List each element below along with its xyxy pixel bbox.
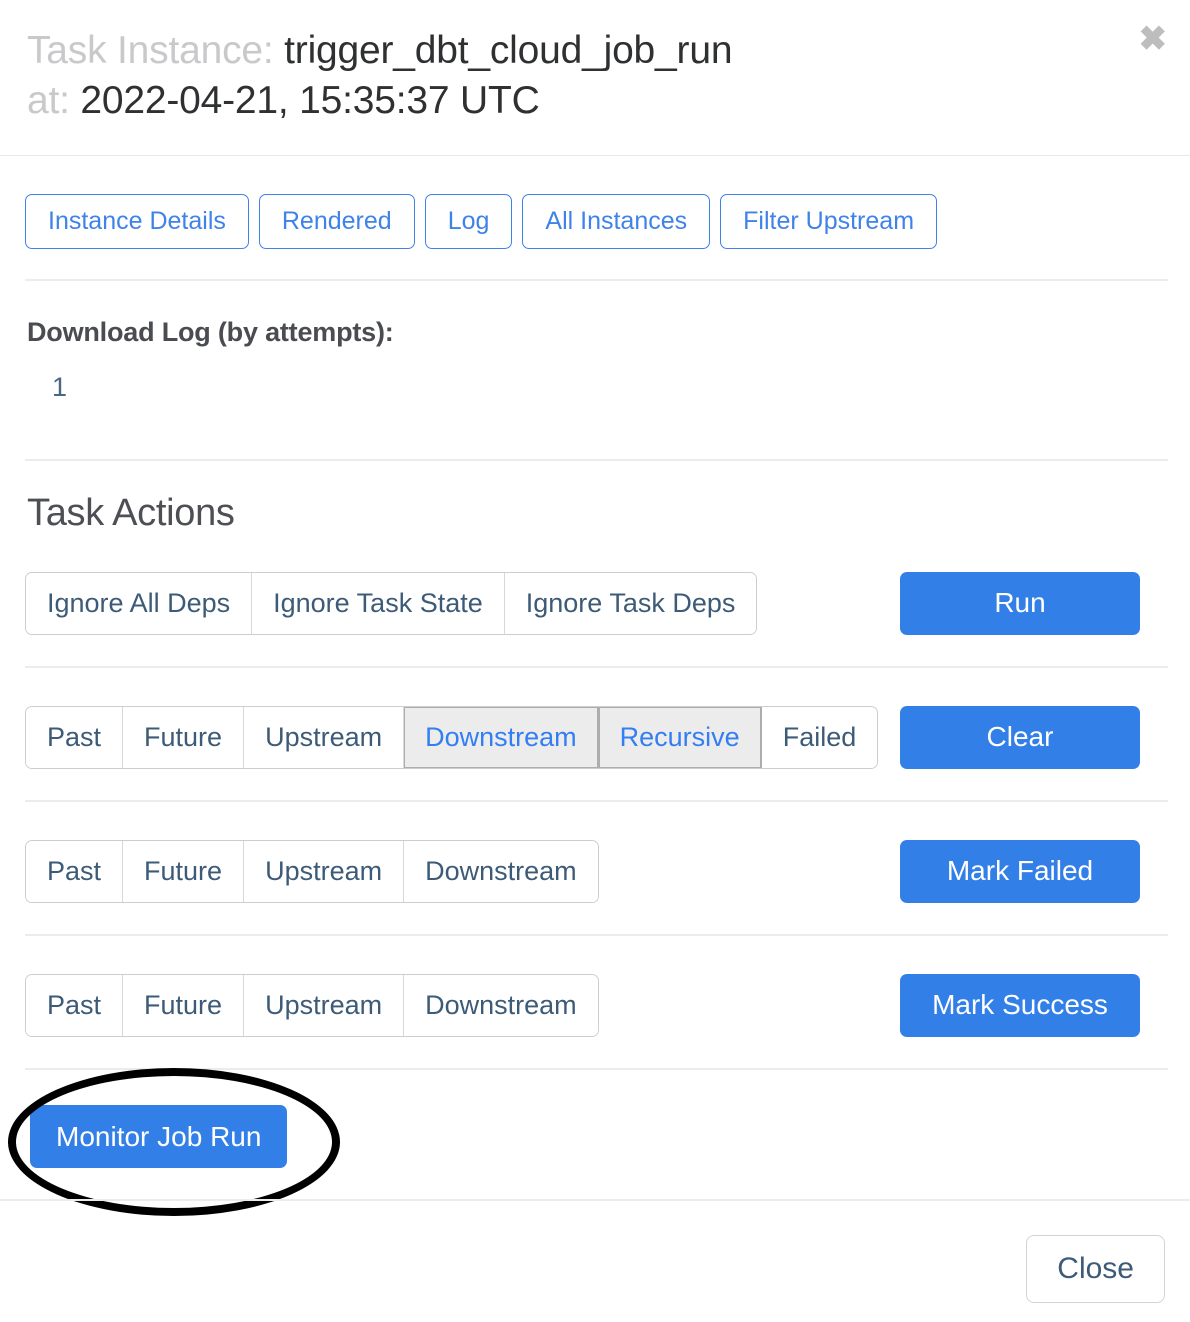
- task-action-row-mark-failed: Past Future Upstream Downstream Mark Fai…: [25, 838, 1165, 904]
- option-clear-future[interactable]: Future: [123, 706, 245, 768]
- divider-before-task-actions: [25, 459, 1168, 461]
- title-task-id: trigger_dbt_cloud_job_run: [284, 29, 733, 72]
- divider-after-mark-failed-row: [25, 934, 1168, 936]
- task-action-row-clear: Past Future Upstream Downstream Recursiv…: [25, 704, 1165, 770]
- option-clear-upstream[interactable]: Upstream: [244, 706, 405, 768]
- monitor-job-run-button[interactable]: Monitor Job Run: [30, 1105, 288, 1168]
- option-ignore-all-deps[interactable]: Ignore All Deps: [26, 572, 253, 634]
- download-log-label: Download Log (by attempts):: [27, 317, 394, 347]
- nav-button-rendered[interactable]: Rendered: [258, 194, 415, 249]
- divider-after-mark-success-row: [25, 1068, 1168, 1070]
- option-mark-failed-future[interactable]: Future: [123, 840, 245, 902]
- option-mark-success-past[interactable]: Past: [26, 974, 124, 1036]
- option-ignore-task-deps[interactable]: Ignore Task Deps: [504, 572, 757, 634]
- option-clear-failed[interactable]: Failed: [761, 706, 878, 768]
- divider-after-clear-row: [25, 800, 1168, 802]
- title-label-at: at:: [27, 78, 70, 122]
- title-execution-date: 2022-04-21, 15:35:37 UTC: [80, 78, 540, 122]
- clear-button[interactable]: Clear: [900, 705, 1140, 769]
- option-mark-failed-downstream[interactable]: Downstream: [404, 840, 598, 902]
- run-options-group: Ignore All Deps Ignore Task State Ignore…: [25, 571, 758, 635]
- instance-nav-buttons: Instance Details Rendered Log All Instan…: [25, 194, 938, 249]
- divider-footer: [0, 1199, 1190, 1201]
- option-ignore-task-state[interactable]: Ignore Task State: [252, 572, 505, 634]
- close-button[interactable]: Close: [1026, 1235, 1165, 1303]
- modal-header: Task Instance: trigger_dbt_cloud_job_run…: [0, 0, 1190, 156]
- mark-success-button[interactable]: Mark Success: [900, 973, 1140, 1037]
- close-icon[interactable]: ✖: [1139, 22, 1168, 56]
- mark-failed-button[interactable]: Mark Failed: [900, 839, 1140, 903]
- page-title: Task Instance: trigger_dbt_cloud_job_run…: [27, 26, 1087, 126]
- nav-button-instance-details[interactable]: Instance Details: [25, 194, 249, 249]
- nav-button-filter-upstream[interactable]: Filter Upstream: [720, 194, 938, 249]
- mark-failed-options-group: Past Future Upstream Downstream: [25, 839, 599, 903]
- download-log-attempt-1[interactable]: 1: [52, 372, 67, 403]
- divider-after-nav: [25, 279, 1168, 281]
- mark-success-options-group: Past Future Upstream Downstream: [25, 973, 599, 1037]
- task-action-row-run: Ignore All Deps Ignore Task State Ignore…: [25, 570, 1165, 636]
- nav-button-all-instances[interactable]: All Instances: [522, 194, 711, 249]
- option-mark-success-upstream[interactable]: Upstream: [244, 974, 405, 1036]
- option-mark-success-future[interactable]: Future: [123, 974, 245, 1036]
- option-clear-downstream[interactable]: Downstream: [404, 706, 599, 768]
- divider-after-run-row: [25, 666, 1168, 668]
- option-mark-failed-upstream[interactable]: Upstream: [244, 840, 405, 902]
- option-clear-past[interactable]: Past: [26, 706, 124, 768]
- option-mark-failed-past[interactable]: Past: [26, 840, 124, 902]
- task-actions-title: Task Actions: [27, 492, 235, 534]
- task-action-row-mark-success: Past Future Upstream Downstream Mark Suc…: [25, 972, 1165, 1038]
- option-clear-recursive[interactable]: Recursive: [598, 706, 762, 768]
- run-button[interactable]: Run: [900, 571, 1140, 635]
- nav-button-log[interactable]: Log: [424, 194, 513, 249]
- clear-options-group: Past Future Upstream Downstream Recursiv…: [25, 705, 879, 769]
- option-mark-success-downstream[interactable]: Downstream: [404, 974, 598, 1036]
- title-label-task-instance: Task Instance:: [27, 29, 274, 72]
